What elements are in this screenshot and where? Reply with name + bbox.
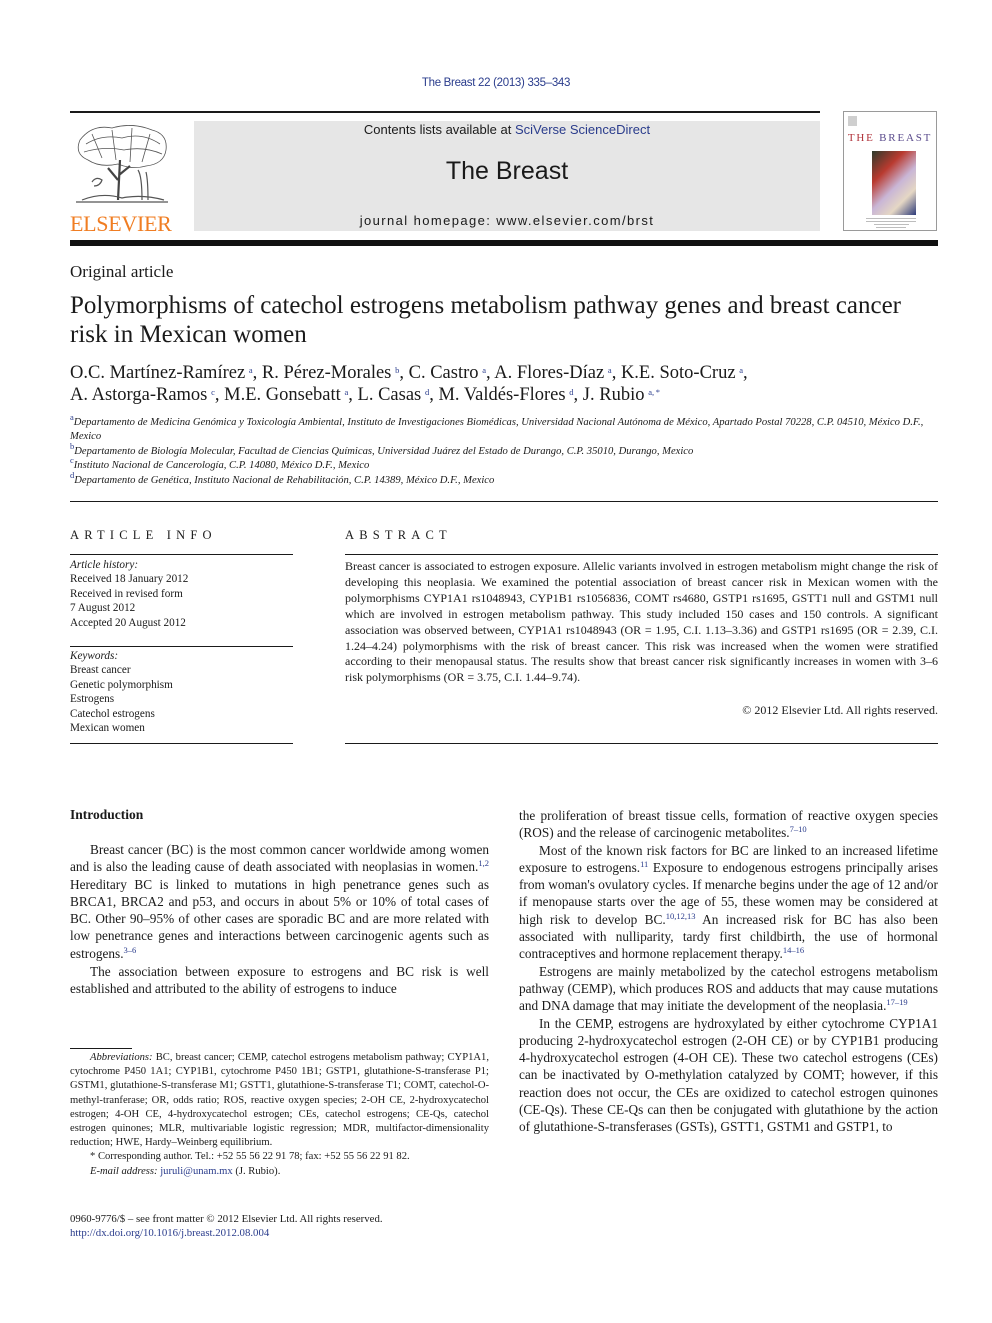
journal-banner: Contents lists available at SciVerse Sci…	[194, 121, 820, 231]
affiliation-text: Departamento de Genética, Instituto Naci…	[74, 474, 495, 486]
affiliation-list: aDepartamento de Medicina Genómica y Tox…	[70, 413, 930, 488]
corresponding-author-footnote: * Corresponding author. Tel.: +52 55 56 …	[90, 1151, 410, 1163]
article-title: Polymorphisms of catechol estrogens meta…	[70, 292, 902, 348]
divider	[70, 646, 293, 647]
citation-ref-link[interactable]: 14–16	[783, 945, 804, 955]
header-thick-rule	[70, 240, 938, 246]
body-paragraph: Most of the known risk factors for BC ar…	[519, 842, 938, 962]
citation-ref-link[interactable]: 1,2	[478, 858, 489, 868]
introduction-heading: Introduction	[70, 807, 144, 822]
doi-link[interactable]: http://dx.doi.org/10.1016/j.breast.2012.…	[70, 1227, 269, 1239]
keyword[interactable]: Mexican women	[70, 721, 293, 735]
author-name[interactable]: K.E. Soto-Cruz	[621, 363, 736, 383]
divider	[345, 554, 938, 555]
affiliation-marker[interactable]: a, *	[648, 387, 660, 397]
keyword[interactable]: Estrogens	[70, 692, 293, 706]
footnote-rule	[70, 1048, 132, 1049]
author-name[interactable]: M.E. Gonsebatt	[224, 385, 341, 405]
footnotes: Abbreviations: BC, breast cancer; CEMP, …	[70, 1051, 489, 1179]
author-name[interactable]: C. Castro	[409, 363, 479, 383]
affiliation-marker[interactable]: d	[569, 387, 573, 397]
keyword[interactable]: Genetic polymorphism	[70, 678, 293, 692]
author-list: O.C. Martínez-Ramírez a, R. Pérez-Morale…	[70, 363, 748, 405]
body-paragraph: The association between exposure to estr…	[70, 964, 489, 997]
body-paragraph: Breast cancer (BC) is the most common ca…	[70, 842, 489, 961]
affiliation-text: Instituto Nacional de Cancerología, C.P.…	[73, 460, 370, 472]
author-name[interactable]: R. Pérez-Morales	[262, 363, 391, 383]
affiliation-marker[interactable]: d	[425, 387, 429, 397]
header-rule	[70, 111, 820, 113]
affiliation: aDepartamento de Medicina Genómica y Tox…	[70, 413, 930, 445]
issn-line: 0960-9776/$ – see front matter © 2012 El…	[70, 1213, 383, 1225]
keywords-label: Keywords:	[70, 650, 119, 662]
body-paragraph-continued: the proliferation of breast tissue cells…	[519, 808, 938, 841]
body-column-right: the proliferation of breast tissue cells…	[519, 807, 938, 1136]
affiliation-marker[interactable]: b	[395, 365, 399, 375]
history-entry: 7 August 2012	[70, 602, 136, 615]
tree-icon	[76, 125, 168, 203]
affiliation-text: Departamento de Biología Molecular, Facu…	[74, 445, 694, 457]
divider	[70, 554, 293, 555]
history-entry: Received 18 January 2012	[70, 573, 189, 586]
elsevier-wordmark: ELSEVIER	[70, 211, 172, 236]
affiliation: dDepartamento de Genética, Instituto Nac…	[70, 470, 930, 488]
article-history-label: Article history:	[70, 559, 139, 571]
citation-ref-link[interactable]: 17–19	[886, 997, 907, 1007]
journal-citation-link[interactable]: The Breast 22 (2013) 335–343	[0, 77, 992, 89]
journal-cover[interactable]: THE BREAST	[843, 111, 937, 231]
front-matter: 0960-9776/$ – see front matter © 2012 El…	[70, 1212, 510, 1240]
cover-caption-lines	[866, 216, 916, 228]
affiliation-marker[interactable]: c	[211, 387, 215, 397]
article-history: Article history: Received 18 January 201…	[70, 558, 293, 630]
body-column-left: Breast cancer (BC) is the most common ca…	[70, 841, 489, 998]
cover-publisher-icon	[848, 116, 857, 126]
affiliation: bDepartamento de Biología Molecular, Fac…	[70, 442, 930, 459]
citation-ref-link[interactable]: 3–6	[124, 945, 137, 955]
cover-title: THE BREAST	[847, 132, 933, 144]
affiliation-marker[interactable]: a	[482, 365, 486, 375]
author-name[interactable]: A. Astorga-Ramos	[70, 385, 207, 405]
divider	[345, 743, 938, 744]
cover-painting-image	[872, 151, 916, 215]
abstract-copyright: © 2012 Elsevier Ltd. All rights reserved…	[742, 703, 938, 717]
contents-prefix: Contents lists available at	[363, 122, 515, 137]
author-name[interactable]: M. Valdés-Flores	[438, 385, 565, 405]
abstract-text: Breast cancer is associated to estrogen …	[345, 559, 938, 685]
citation-ref-link[interactable]: 11	[640, 859, 648, 869]
affiliation-marker[interactable]: a	[608, 365, 612, 375]
affiliation-marker[interactable]: a	[739, 365, 743, 375]
history-entry: Received in revised form	[70, 587, 183, 600]
body-paragraph: In the CEMP, estrogens are hydroxylated …	[519, 1015, 938, 1135]
abbreviations-footnote: Abbreviations: BC, breast cancer; CEMP, …	[70, 1052, 489, 1149]
divider	[70, 501, 938, 502]
sciencedirect-link[interactable]: SciVerse ScienceDirect	[515, 122, 650, 137]
affiliation-marker[interactable]: a	[249, 365, 253, 375]
author-name[interactable]: O.C. Martínez-Ramírez	[70, 363, 245, 383]
author-name[interactable]: A. Flores-Díaz	[494, 363, 604, 383]
affiliation-marker[interactable]: a	[345, 387, 349, 397]
journal-title: The Breast	[445, 157, 569, 185]
elsevier-logo[interactable]: ELSEVIER	[70, 120, 174, 236]
history-entry: Accepted 20 August 2012	[70, 616, 186, 629]
divider	[70, 743, 293, 744]
affiliation-text: Departamento de Medicina Genómica y Toxi…	[70, 417, 924, 443]
email-footnote: E-mail address: juruli@unam.mx (J. Rubio…	[90, 1165, 281, 1177]
abstract-heading: ABSTRACT	[345, 528, 452, 542]
article-info-heading: ARTICLE INFO	[70, 528, 217, 542]
author-name[interactable]: L. Casas	[358, 385, 422, 405]
citation-ref-link[interactable]: 10,12,13	[666, 911, 696, 921]
contents-line: Contents lists available at SciVerse Sci…	[194, 122, 820, 137]
affiliation: cInstituto Nacional de Cancerología, C.P…	[70, 456, 930, 473]
keyword[interactable]: Breast cancer	[70, 663, 293, 677]
article-type: Original article	[70, 262, 174, 281]
journal-homepage[interactable]: journal homepage: www.elsevier.com/brst	[194, 213, 820, 228]
author-name[interactable]: J. Rubio	[583, 385, 645, 405]
keyword[interactable]: Catechol estrogens	[70, 707, 293, 721]
citation-ref-link[interactable]: 7–10	[790, 824, 807, 834]
email-link[interactable]: juruli@unam.mx	[160, 1166, 232, 1177]
keywords: Keywords: Breast cancer Genetic polymorph…	[70, 649, 293, 735]
body-paragraph: Estrogens are mainly metabolized by the …	[519, 963, 938, 1014]
